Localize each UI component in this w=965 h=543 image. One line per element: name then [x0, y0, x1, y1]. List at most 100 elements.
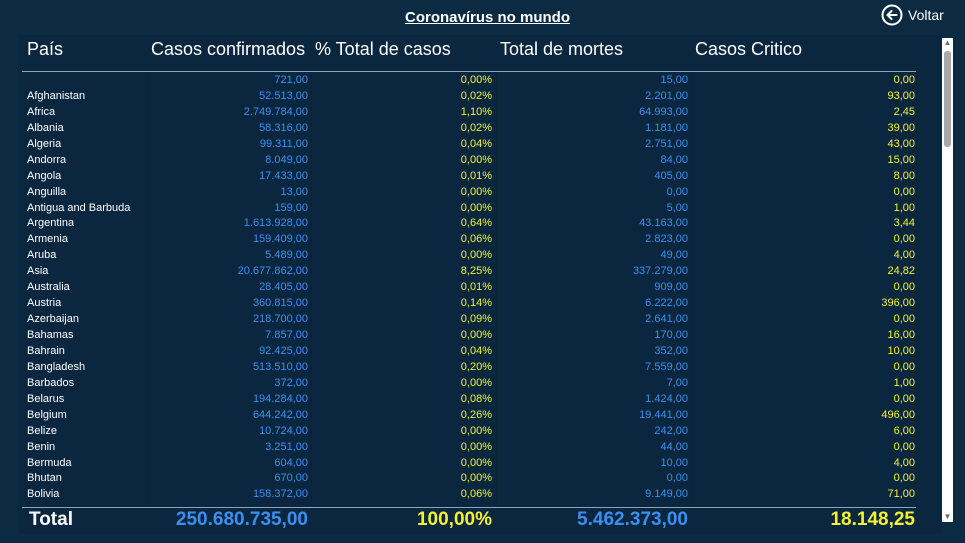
total-label: Total	[29, 509, 73, 530]
cell-confirmed: 52.513,00	[259, 89, 308, 102]
table-row[interactable]: Bangladesh 513.510,00 0,20% 7.559,00 0,00	[19, 360, 942, 376]
cell-critical: 0,00	[893, 313, 915, 326]
cell-critical: 1,00	[893, 376, 915, 389]
cell-critical: 2,45	[893, 105, 915, 118]
column-header-critical[interactable]: Casos Critico	[695, 39, 802, 60]
table-row[interactable]: Aruba 5.489,00 0,00% 49,00 4,00	[19, 248, 942, 264]
table-row[interactable]: Bahamas 7.857,00 0,00% 170,00 16,00	[19, 328, 942, 344]
cell-critical: 0,00	[893, 281, 915, 294]
cell-critical: 8,00	[893, 169, 915, 182]
table-row[interactable]: 721,00 0,00% 15,00 0,00	[19, 73, 942, 89]
table-row[interactable]: Belize 10.724,00 0,00% 242,00 6,00	[19, 424, 942, 440]
back-button[interactable]: Voltar	[881, 3, 944, 27]
cell-deaths: 1.424,00	[645, 392, 688, 405]
cell-deaths: 64.993,00	[639, 105, 688, 118]
table-row[interactable]: Australia 28.405,00 0,01% 909,00 0,00	[19, 280, 942, 296]
cell-percent: 0,01%	[460, 281, 492, 294]
cell-percent: 0,06%	[460, 488, 492, 501]
total-deaths: 5.462.373,00	[577, 509, 688, 530]
cell-country: Australia	[27, 281, 70, 294]
cell-percent: 0,00%	[460, 456, 492, 469]
cell-percent: 0,14%	[460, 297, 492, 310]
cell-critical: 4,00	[893, 456, 915, 469]
table-row[interactable]: Belgium 644.242,00 0,26% 19.441,00 496,00	[19, 408, 942, 424]
cell-deaths: 405,00	[654, 169, 688, 182]
cell-critical: 0,00	[893, 392, 915, 405]
cell-confirmed: 158.372,00	[252, 488, 308, 501]
cell-percent: 0,00%	[460, 440, 492, 453]
table-row[interactable]: Albania 58.316,00 0,02% 1.181,00 39,00	[19, 121, 942, 137]
cell-percent: 0,00%	[460, 74, 492, 86]
cell-confirmed: 513.510,00	[252, 360, 308, 373]
cell-confirmed: 604,00	[274, 456, 308, 469]
cell-confirmed: 360.815,00	[252, 297, 308, 310]
column-header-deaths[interactable]: Total de mortes	[500, 39, 623, 60]
cell-country: Belize	[27, 424, 57, 437]
cell-deaths: 84,00	[660, 153, 688, 166]
cell-country: Bolivia	[27, 488, 60, 501]
cell-deaths: 0,00	[666, 472, 688, 485]
cell-confirmed: 99.311,00	[259, 137, 308, 150]
table-row[interactable]: Bhutan 670,00 0,00% 0,00 0,00	[19, 471, 942, 487]
chevron-down-icon[interactable]: ▼	[942, 512, 953, 522]
cell-deaths: 10,00	[660, 456, 688, 469]
cell-country: Argentina	[27, 217, 75, 230]
table-row[interactable]: Belarus 194.284,00 0,08% 1.424,00 0,00	[19, 392, 942, 408]
cell-percent: 1,10%	[460, 105, 492, 118]
cell-percent: 0,20%	[460, 360, 492, 373]
column-header-percent[interactable]: % Total de casos	[315, 39, 451, 60]
cell-percent: 0,00%	[460, 153, 492, 166]
column-header-country[interactable]: País	[27, 39, 63, 60]
cell-confirmed: 159,00	[274, 201, 308, 214]
cell-country: Bangladesh	[27, 360, 86, 373]
table-row[interactable]: Bahrain 92.425,00 0,04% 352,00 10,00	[19, 344, 942, 360]
table-row[interactable]: Argentina 1.613.928,00 0,64% 43.163,00 3,44	[19, 216, 942, 232]
table-row[interactable]: Asia 20.677.862,00 8,25% 337.279,00 24,82	[19, 264, 942, 280]
cell-confirmed: 20.677.862,00	[237, 265, 308, 278]
cell-country: Anguilla	[27, 185, 67, 198]
cell-percent: 0,26%	[460, 408, 492, 421]
cell-critical: 93,00	[887, 89, 915, 102]
cell-deaths: 7.559,00	[645, 360, 688, 373]
cell-confirmed: 58.316,00	[259, 121, 308, 134]
table-row[interactable]: Anguilla 13,00 0,00% 0,00 0,00	[19, 185, 942, 201]
cell-percent: 0,00%	[460, 329, 492, 341]
cell-critical: 24,82	[887, 265, 915, 278]
cell-confirmed: 3.251,00	[265, 440, 308, 453]
scroll-thumb[interactable]	[944, 51, 951, 147]
table-row[interactable]: Bolivia 158.372,00 0,06% 9.149,00 71,00	[19, 487, 942, 503]
table-row[interactable]: Armenia 159.409,00 0,06% 2.823,00 0,00	[19, 232, 942, 248]
cell-percent: 0,00%	[460, 201, 492, 214]
table-row[interactable]: Africa 2.749.784,00 1,10% 64.993,00 2,45	[19, 105, 942, 121]
table-row[interactable]: Afghanistan 52.513,00 0,02% 2.201,00 93,00	[19, 89, 942, 105]
table-row[interactable]: Algeria 99.311,00 0,04% 2.751,00 43,00	[19, 137, 942, 153]
table-row[interactable]: Andorra 8.049,00 0,00% 84,00 15,00	[19, 153, 942, 169]
chevron-up-icon[interactable]: ▲	[942, 38, 953, 48]
cell-country: Belarus	[27, 392, 65, 405]
cell-critical: 71,00	[887, 488, 915, 501]
table-row[interactable]: Azerbaijan 218.700,00 0,09% 2.641,00 0,00	[19, 312, 942, 328]
table-row[interactable]: Benin 3.251,00 0,00% 44,00 0,00	[19, 440, 942, 456]
column-header-confirmed[interactable]: Casos confirmados	[151, 39, 305, 60]
cases-table: País Casos confirmados % Total de casos …	[19, 35, 942, 534]
table-row[interactable]: Bermuda 604,00 0,00% 10,00 4,00	[19, 456, 942, 472]
table-row[interactable]: Austria 360.815,00 0,14% 6.222,00 396,00	[19, 296, 942, 312]
cell-country: Albania	[27, 121, 64, 134]
cell-confirmed: 194.284,00	[252, 392, 308, 405]
total-critical: 18.148,25	[830, 509, 915, 530]
cell-confirmed: 5.489,00	[265, 249, 308, 262]
cell-confirmed: 644.242,00	[252, 408, 308, 421]
table-row[interactable]: Antigua and Barbuda 159,00 0,00% 5,00 1,00	[19, 201, 942, 217]
vertical-scrollbar[interactable]: ▲ ▼	[942, 38, 953, 522]
cell-percent: 0,02%	[460, 121, 492, 134]
cell-deaths: 242,00	[654, 424, 688, 437]
table-row[interactable]: Angola 17.433,00 0,01% 405,00 8,00	[19, 169, 942, 185]
cell-percent: 0,04%	[460, 137, 492, 150]
cell-country: Bahrain	[27, 344, 65, 357]
cell-percent: 0,01%	[460, 169, 492, 182]
cell-critical: 10,00	[887, 344, 915, 357]
cell-deaths: 5,00	[666, 201, 688, 214]
cell-country: Asia	[27, 265, 49, 278]
table-row[interactable]: Barbados 372,00 0,00% 7,00 1,00	[19, 376, 942, 392]
cell-country: Algeria	[27, 137, 62, 150]
